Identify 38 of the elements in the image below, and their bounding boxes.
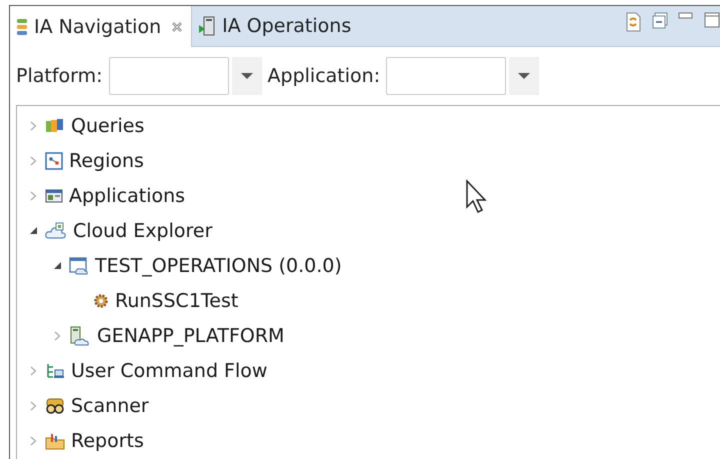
dropdown-button[interactable] — [232, 57, 262, 95]
tree-item[interactable]: Scanner — [71, 394, 149, 416]
tree-item[interactable]: Queries — [71, 114, 144, 136]
minimize-icon[interactable] — [678, 12, 694, 20]
tree-item[interactable]: GENAPP_PLATFORM — [97, 324, 284, 346]
flow-tree-icon — [45, 362, 65, 380]
caret-icon — [240, 72, 253, 80]
cloud-icon — [45, 222, 67, 240]
collapse-all-icon[interactable] — [652, 12, 668, 30]
view-tab[interactable]: IA Operations — [192, 6, 360, 46]
combo-field[interactable] — [108, 57, 229, 95]
view-tab[interactable]: IA Navigation — [10, 6, 192, 47]
tree-item[interactable]: Applications — [69, 184, 186, 206]
filter-label: Platform: — [16, 65, 103, 87]
gear-icon — [93, 292, 109, 308]
tree-item[interactable]: TEST_OPERATIONS (0.0.0) — [95, 254, 342, 276]
maximize-icon[interactable] — [704, 12, 720, 28]
tree-item[interactable]: RunSSC1Test — [115, 290, 238, 312]
queries-icon — [45, 118, 65, 134]
application-window-icon — [45, 188, 63, 204]
tree-item[interactable]: Regions — [69, 150, 144, 172]
tree-item[interactable]: Cloud Explorer — [73, 220, 212, 242]
caret-icon — [518, 72, 530, 80]
tree-item[interactable]: User Command Flow — [71, 360, 268, 382]
regions-icon — [45, 152, 63, 170]
server-run-icon — [198, 16, 216, 36]
window-cloud-icon — [69, 256, 89, 274]
combo-field[interactable] — [386, 57, 506, 95]
filter-label: Application: — [268, 65, 380, 87]
close-icon[interactable] — [171, 20, 184, 32]
server-cloud-icon — [69, 326, 91, 346]
stack-icon — [16, 16, 28, 36]
dropdown-button[interactable] — [509, 57, 540, 95]
tree-item[interactable]: Reports — [71, 430, 144, 452]
mouse-pointer-icon — [465, 179, 489, 215]
folder-chart-icon — [45, 432, 65, 450]
binoculars-icon — [45, 396, 65, 414]
sync-icon[interactable] — [624, 12, 642, 32]
